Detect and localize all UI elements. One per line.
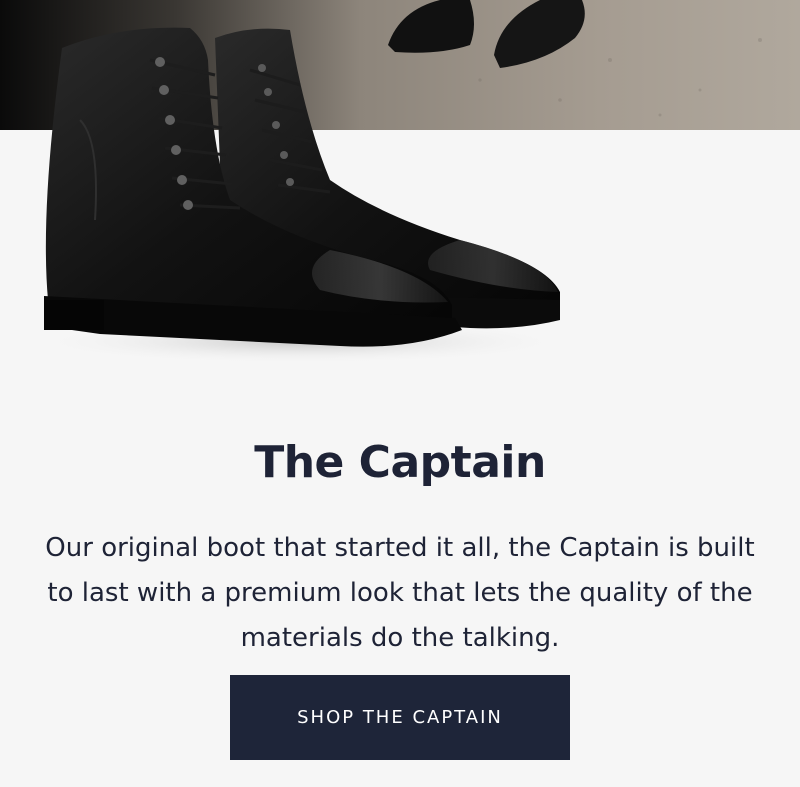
product-title: The Captain	[254, 437, 546, 489]
hero-image	[0, 0, 800, 400]
shop-the-captain-button[interactable]: SHOP THE CAPTAIN	[230, 675, 570, 760]
product-description: Our original boot that started it all, t…	[45, 533, 755, 653]
boots-photo	[0, 0, 800, 364]
